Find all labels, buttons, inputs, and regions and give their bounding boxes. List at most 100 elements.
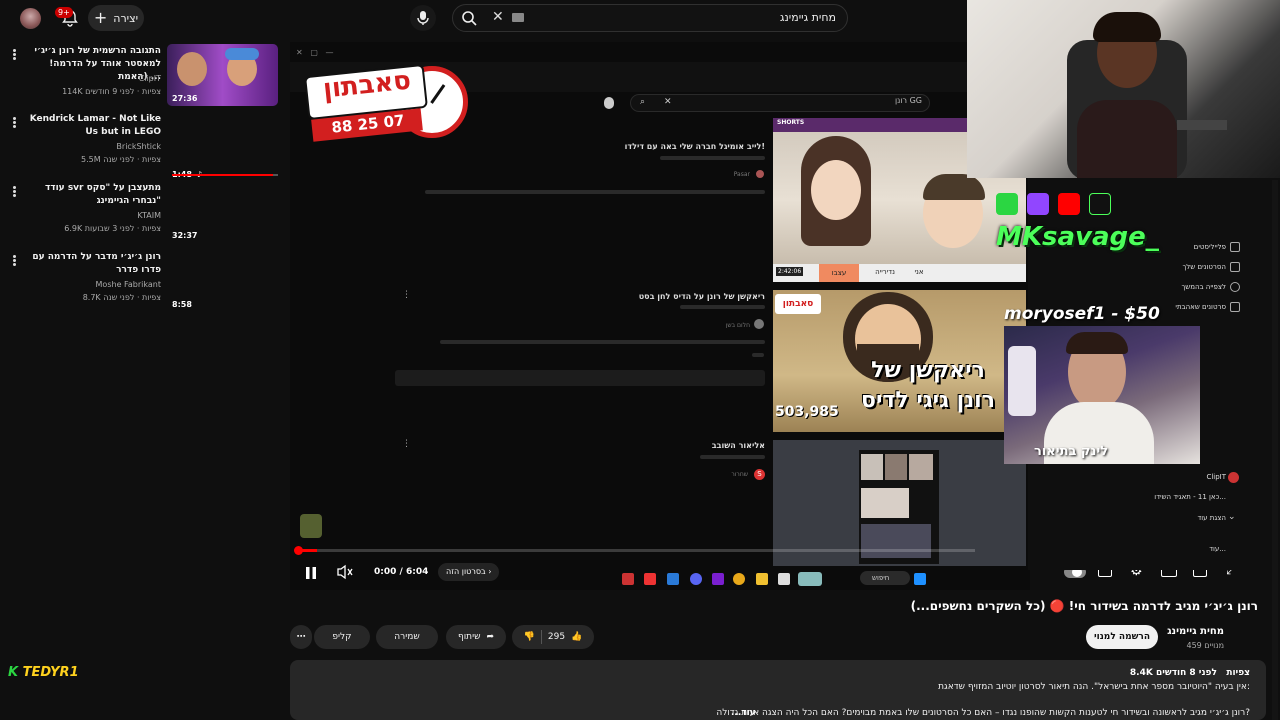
- channel-logo: סאבתון 88 25 07: [300, 56, 470, 156]
- more-options-icon[interactable]: [13, 116, 17, 129]
- show-more-link[interactable]: הצגת עוד: [1197, 514, 1226, 522]
- clear-search-icon[interactable]: ✕: [492, 9, 504, 25]
- thumb-duration: 2:42:06: [776, 267, 804, 276]
- taskbar-app-icon: [690, 573, 702, 585]
- list-item-channel: BrickShtick: [116, 142, 161, 151]
- list-item-meta: 8.7K צפיות · לפני שנה: [82, 293, 161, 302]
- inner-thumbnail: סאבתון ריאקשן של רונן גיגי לדיס 503,985: [773, 290, 1026, 432]
- create-button[interactable]: + יצירה: [88, 5, 144, 31]
- taskbar-app-icon: [756, 573, 768, 585]
- shorts-badge: SHORTS: [777, 119, 805, 126]
- dislike-icon[interactable]: 👎: [524, 632, 535, 642]
- inner-search-icon: ⌕: [640, 97, 646, 107]
- progress-track[interactable]: [297, 549, 975, 552]
- voice-search-button[interactable]: [410, 5, 436, 31]
- inner-result-channel: שחרור: [731, 471, 748, 478]
- inner-result-meta: [700, 455, 765, 459]
- sidebar-item-your-videos[interactable]: הסרטונים שלך: [1183, 263, 1226, 271]
- inner-thumbnail: [773, 440, 1026, 566]
- description-line: אין בעיה "היוטיובר מספר אחת בישראל". הנה…: [938, 682, 1250, 692]
- like-dislike-group: 👎 295 👍: [512, 625, 594, 649]
- list-item-title[interactable]: Kendrick Lamar - Not Like Us but in LEGO: [21, 113, 161, 139]
- inner-result-meta: [680, 305, 765, 309]
- thumbs-up-icon: [1230, 302, 1240, 312]
- thumb-tag: עצבו: [819, 264, 859, 282]
- thumb-views: 503,985: [775, 404, 839, 420]
- list-item-title[interactable]: רונן ג׳יג׳י מדבר על הדרמה עם פדרו פדרר: [21, 251, 161, 277]
- video-title: רונן ג׳יג׳י מגיב לדרמה בשידור חי! 🔴 (כל …: [910, 599, 1258, 613]
- more-options-icon[interactable]: [13, 254, 17, 267]
- thumb-tag: אני: [914, 268, 924, 276]
- pause-icon: [306, 567, 316, 579]
- plus-icon: +: [93, 8, 108, 27]
- subscriber-count: 459 מנויים: [1186, 641, 1224, 650]
- pause-button[interactable]: [304, 565, 318, 579]
- search-button[interactable]: [452, 4, 486, 32]
- taskbar-app-icon: [712, 573, 724, 585]
- tiktok-icon: [1089, 193, 1112, 215]
- thumbs-up-icon[interactable]: 👍: [571, 632, 582, 642]
- inner-result-title: ריאקשן של רונן על הדיס לחן בסט: [638, 292, 765, 301]
- inner-clear-icon: ✕: [664, 97, 672, 107]
- inner-chapters-bar: [395, 370, 765, 386]
- create-label: יצירה: [113, 11, 139, 25]
- more-options-icon[interactable]: [13, 48, 17, 61]
- sidebar-item-liked[interactable]: סרטונים שאהבתי: [1175, 303, 1226, 311]
- list-item-channel: ClipIT: [138, 74, 161, 83]
- kick-icon: [996, 193, 1018, 215]
- youtube-icon: [1058, 193, 1081, 215]
- inner-microphone-icon: [604, 97, 614, 109]
- search-input[interactable]: מחית גיימינג: [560, 4, 836, 32]
- inner-result-avatar: [754, 319, 764, 329]
- progress-scrubber[interactable]: [294, 546, 303, 555]
- subscription-item[interactable]: ClipIT: [1206, 473, 1226, 481]
- share-icon: ➦: [486, 632, 495, 642]
- webcam-overlay-top: [967, 0, 1280, 178]
- thumb-logo: סאבתון: [775, 294, 821, 314]
- taskbar-app-icon: [667, 573, 679, 585]
- chat-username: K TEDYR1: [8, 665, 79, 680]
- chapter-button[interactable]: בסרטון הזה ›: [438, 563, 500, 581]
- more-options-icon[interactable]: [13, 185, 17, 198]
- inner-result-avatar: S: [754, 469, 765, 480]
- list-item-meta: 114K צפיות · לפני 9 חודשים: [62, 87, 161, 96]
- duration-label: 27:36: [172, 94, 198, 103]
- more-actions-button[interactable]: ⋯: [290, 625, 312, 649]
- channel-name[interactable]: מחית גיימינג: [1167, 626, 1224, 637]
- more-link[interactable]: עוד...: [1209, 545, 1226, 553]
- thumbnail[interactable]: 27:36: [167, 44, 278, 106]
- donation-alert: moryosef1 - $50: [1004, 304, 1160, 324]
- sidebar-item-watch-later[interactable]: לצפייה בהמשך: [1181, 283, 1226, 291]
- save-button[interactable]: שמירה: [376, 625, 438, 649]
- chevron-down-icon: ⌄: [1228, 512, 1236, 522]
- like-count[interactable]: 295: [548, 632, 565, 642]
- mute-button[interactable]: [336, 564, 354, 580]
- list-item-duration-row: 1:48 ♪: [172, 162, 202, 181]
- duration-label: 32:37: [172, 231, 198, 240]
- avatar[interactable]: [20, 8, 41, 29]
- thumb-caption: ריאקשן של: [871, 358, 985, 383]
- share-button[interactable]: שיתוף ➦: [446, 625, 506, 649]
- list-item-title[interactable]: עודד svr מתעצבן על "סקס נבחרי הגיימינג": [21, 182, 161, 208]
- clock-icon: [1230, 282, 1240, 292]
- notification-count-badge: 9+: [55, 7, 73, 18]
- subscribe-button[interactable]: הרשמה למנוי: [1086, 625, 1158, 649]
- watch-progress-fill: [172, 174, 273, 176]
- sidebar-item-playlists[interactable]: פלייליסטים: [1194, 243, 1226, 251]
- chapter-label: בסרטון הזה: [446, 567, 486, 576]
- inner-more-icon: ⋮: [402, 439, 411, 449]
- inner-sticker-icon: [300, 514, 322, 538]
- twitch-icon: [1027, 193, 1050, 215]
- inner-result-badge: [752, 353, 764, 357]
- inner-result-title: אליאור השובב: [711, 441, 765, 450]
- time-separator: /: [399, 567, 403, 577]
- inner-result-title: לייב אומיגל חברה שלי באה עם דילדו!: [624, 142, 765, 151]
- keyboard-icon[interactable]: [512, 13, 524, 22]
- duration-label: 8:58: [172, 300, 192, 309]
- kick-icon: K: [8, 665, 19, 680]
- subscription-item[interactable]: כאן 11 - תאגיד השידו...: [1154, 493, 1226, 501]
- description-more-link[interactable]: ...עוד: [731, 708, 756, 718]
- description-line: רונן ג׳יג׳י מגיב לראשונה ובשידור חי לטענ…: [716, 708, 1250, 718]
- clip-button[interactable]: קליפ: [314, 625, 370, 649]
- scrollbar[interactable]: [1272, 180, 1278, 720]
